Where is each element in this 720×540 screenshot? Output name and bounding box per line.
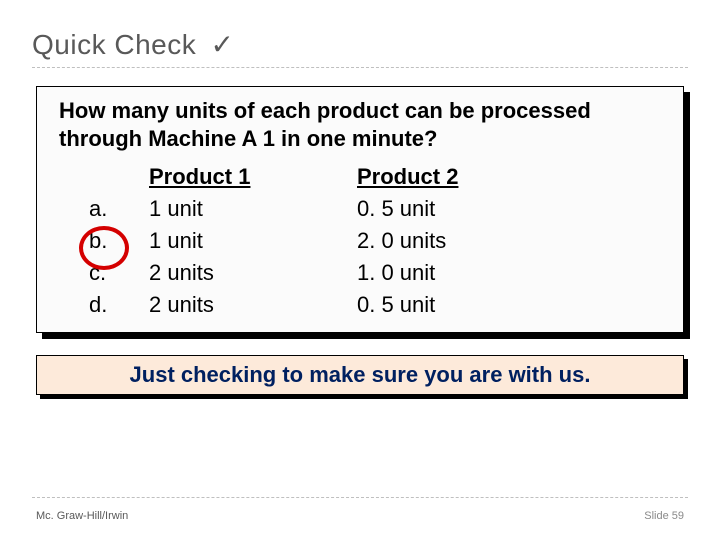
- check-icon: ✓: [211, 29, 235, 60]
- banner-box: Just checking to make sure you are with …: [36, 355, 684, 395]
- question-text: How many units of each product can be pr…: [59, 97, 661, 152]
- question-box-inner: How many units of each product can be pr…: [36, 86, 684, 333]
- footer-divider: [32, 497, 688, 498]
- question-box: How many units of each product can be pr…: [36, 86, 684, 333]
- option-d-key: d.: [89, 292, 141, 318]
- slide-title: Quick Check ✓: [32, 28, 688, 61]
- option-c-p1: 2 units: [149, 260, 349, 286]
- option-a-p1: 1 unit: [149, 196, 349, 222]
- option-c-p2: 1. 0 unit: [357, 260, 557, 286]
- option-a-p2: 0. 5 unit: [357, 196, 557, 222]
- header-product-2: Product 2: [357, 164, 557, 190]
- header-product-1: Product 1: [149, 164, 349, 190]
- footer-right: Slide 59: [644, 510, 684, 522]
- option-b-p1: 1 unit: [149, 228, 349, 254]
- option-d-p2: 0. 5 unit: [357, 292, 557, 318]
- option-b-p2: 2. 0 units: [357, 228, 557, 254]
- banner-text: Just checking to make sure you are with …: [36, 355, 684, 395]
- option-d-p1: 2 units: [149, 292, 349, 318]
- title-text: Quick Check: [32, 29, 196, 60]
- header-blank: [89, 164, 141, 190]
- option-b-key: b.: [89, 228, 141, 254]
- slide: Quick Check ✓ How many units of each pro…: [0, 0, 720, 540]
- option-a-key: a.: [89, 196, 141, 222]
- options-grid: Product 1 Product 2 a. 1 unit 0. 5 unit …: [89, 164, 661, 318]
- footer-left: Mc. Graw-Hill/Irwin: [36, 510, 128, 522]
- title-divider: [32, 67, 688, 68]
- option-c-key: c.: [89, 260, 141, 286]
